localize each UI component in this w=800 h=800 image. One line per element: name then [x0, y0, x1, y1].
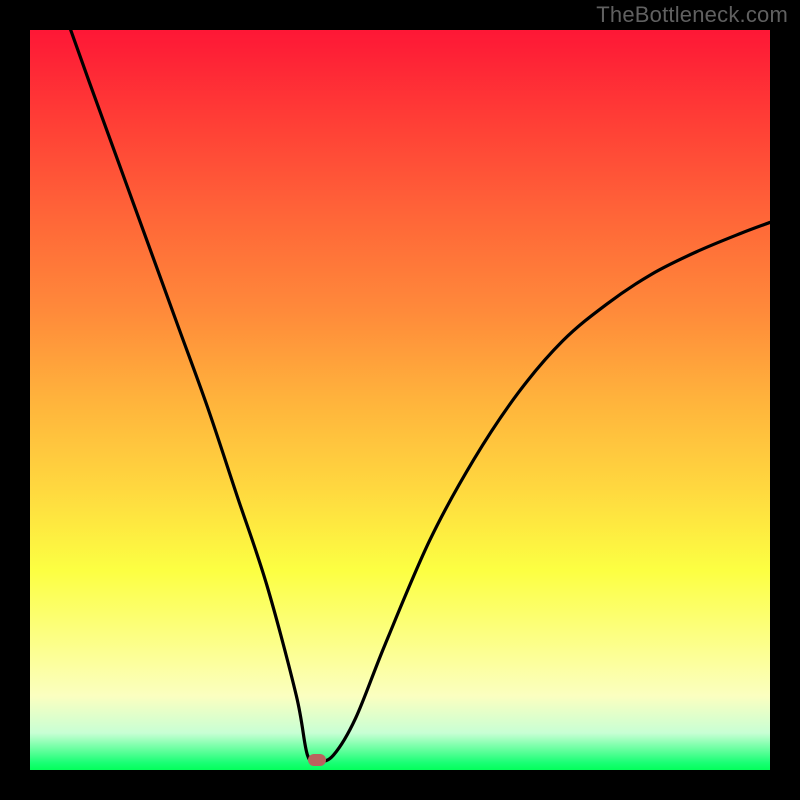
watermark-text: TheBottleneck.com — [596, 2, 788, 28]
minimum-marker — [308, 754, 326, 766]
curve-svg — [30, 30, 770, 770]
plot-area — [30, 30, 770, 770]
plot-inner — [30, 30, 770, 770]
bottleneck-curve-path — [71, 30, 770, 762]
